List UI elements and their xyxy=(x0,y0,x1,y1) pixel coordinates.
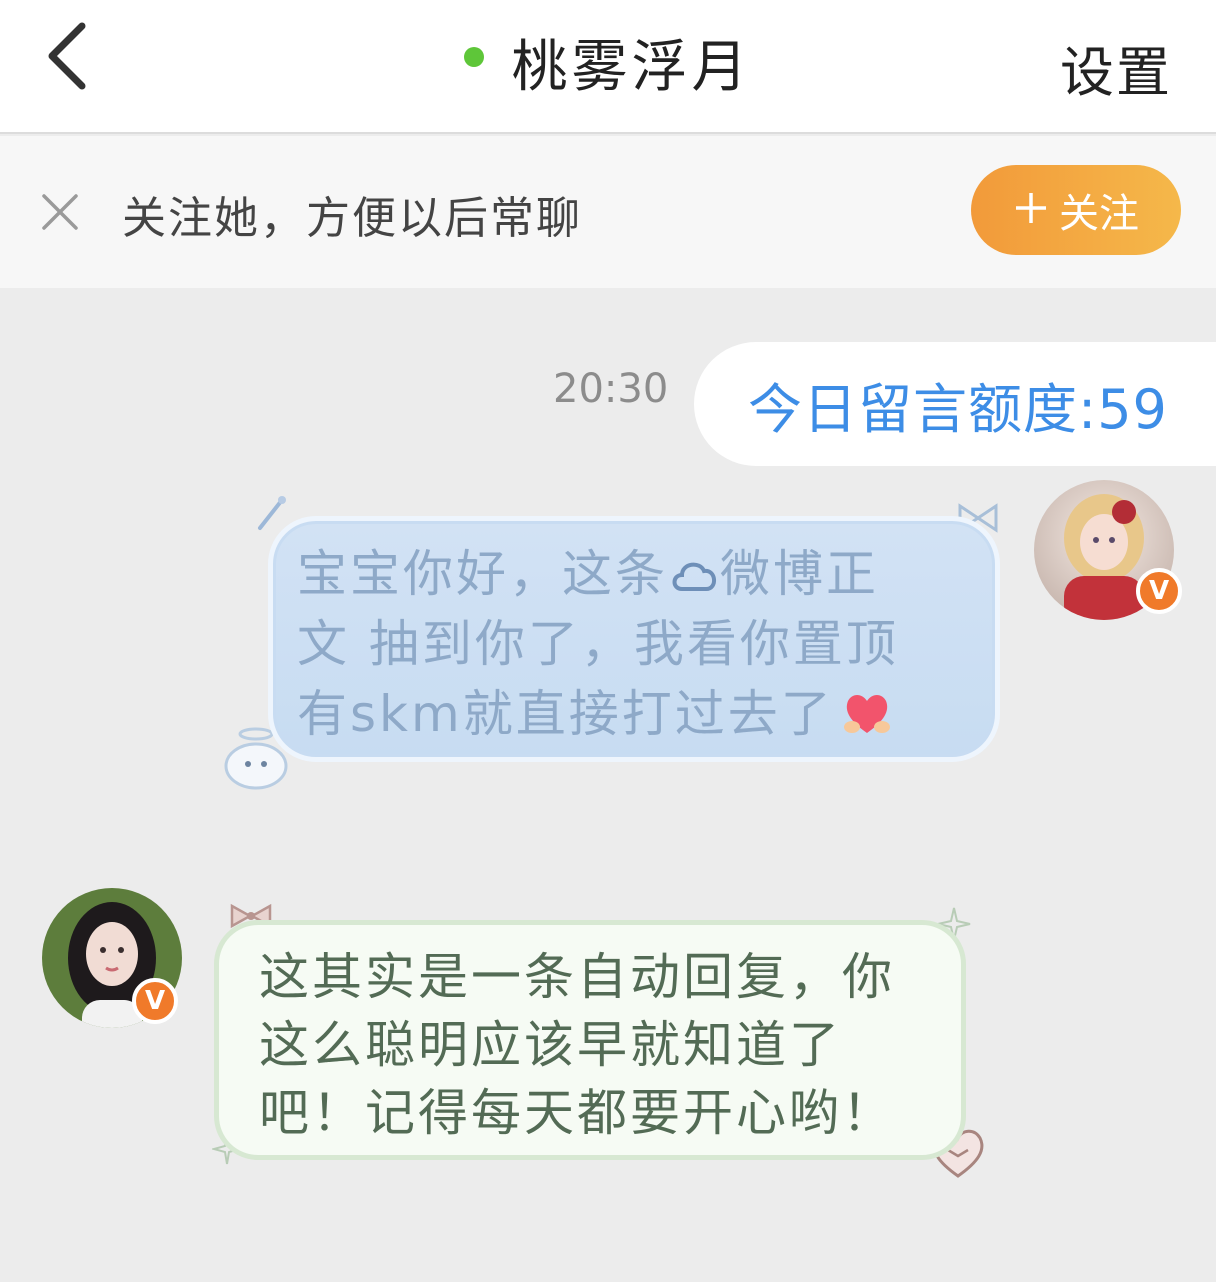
top-nav-bar: 桃雾浮月 设置 xyxy=(0,0,1216,134)
received-message-bubble[interactable]: 这其实是一条自动回复，你 这么聪明应该早就知道了 吧！记得每天都要开心哟！ xyxy=(214,920,966,1160)
close-banner-button[interactable] xyxy=(40,192,80,232)
heart-hands-emoji xyxy=(843,695,890,733)
message-line: 文 抽到你了，我看你置顶 xyxy=(297,615,899,673)
follow-button-label: 关注 xyxy=(1059,191,1139,237)
follow-prompt-text: 关注她，方便以后常聊 xyxy=(122,193,582,244)
quota-bubble: 今日留言额度:59 xyxy=(694,342,1216,466)
message-line: 这么聪明应该早就知道了 xyxy=(259,1016,842,1074)
message-line: 有skm就直接打过去了 xyxy=(297,685,834,743)
message-line: 宝宝你好，这条 xyxy=(297,545,668,603)
sender-avatar[interactable]: V xyxy=(42,888,182,1028)
received-message-text: 这其实是一条自动回复，你 这么聪明应该早就知道了 吧！记得每天都要开心哟！ xyxy=(259,943,921,1147)
message-line: 这其实是一条自动回复，你 xyxy=(259,948,895,1006)
message-line: 吧！记得每天都要开心哟！ xyxy=(259,1084,895,1142)
follow-banner: 关注她，方便以后常聊 关注 xyxy=(0,136,1216,288)
weibo-cloud-icon[interactable] xyxy=(668,555,720,595)
settings-button[interactable]: 设置 xyxy=(1060,28,1172,107)
plus-icon xyxy=(1013,183,1049,237)
message-timestamp: 20:30 xyxy=(553,366,669,412)
sent-message-bubble[interactable]: 宝宝你好，这条 微博正 文 抽到你了，我看你置顶 有skm就直接打过去了 xyxy=(268,516,1000,762)
chat-title: 桃雾浮月 xyxy=(511,35,752,100)
online-status-dot xyxy=(464,46,485,67)
chat-title-area: 桃雾浮月 xyxy=(0,22,1216,100)
self-avatar[interactable]: V xyxy=(1034,480,1182,620)
message-line: 微博正 xyxy=(720,545,879,603)
sent-message-text: 宝宝你好，这条 微博正 文 抽到你了，我看你置顶 有skm就直接打过去了 xyxy=(297,539,971,749)
verified-badge: V xyxy=(132,978,178,1024)
close-icon xyxy=(42,194,78,230)
follow-button[interactable]: 关注 xyxy=(971,165,1181,255)
verified-badge: V xyxy=(1136,568,1182,614)
